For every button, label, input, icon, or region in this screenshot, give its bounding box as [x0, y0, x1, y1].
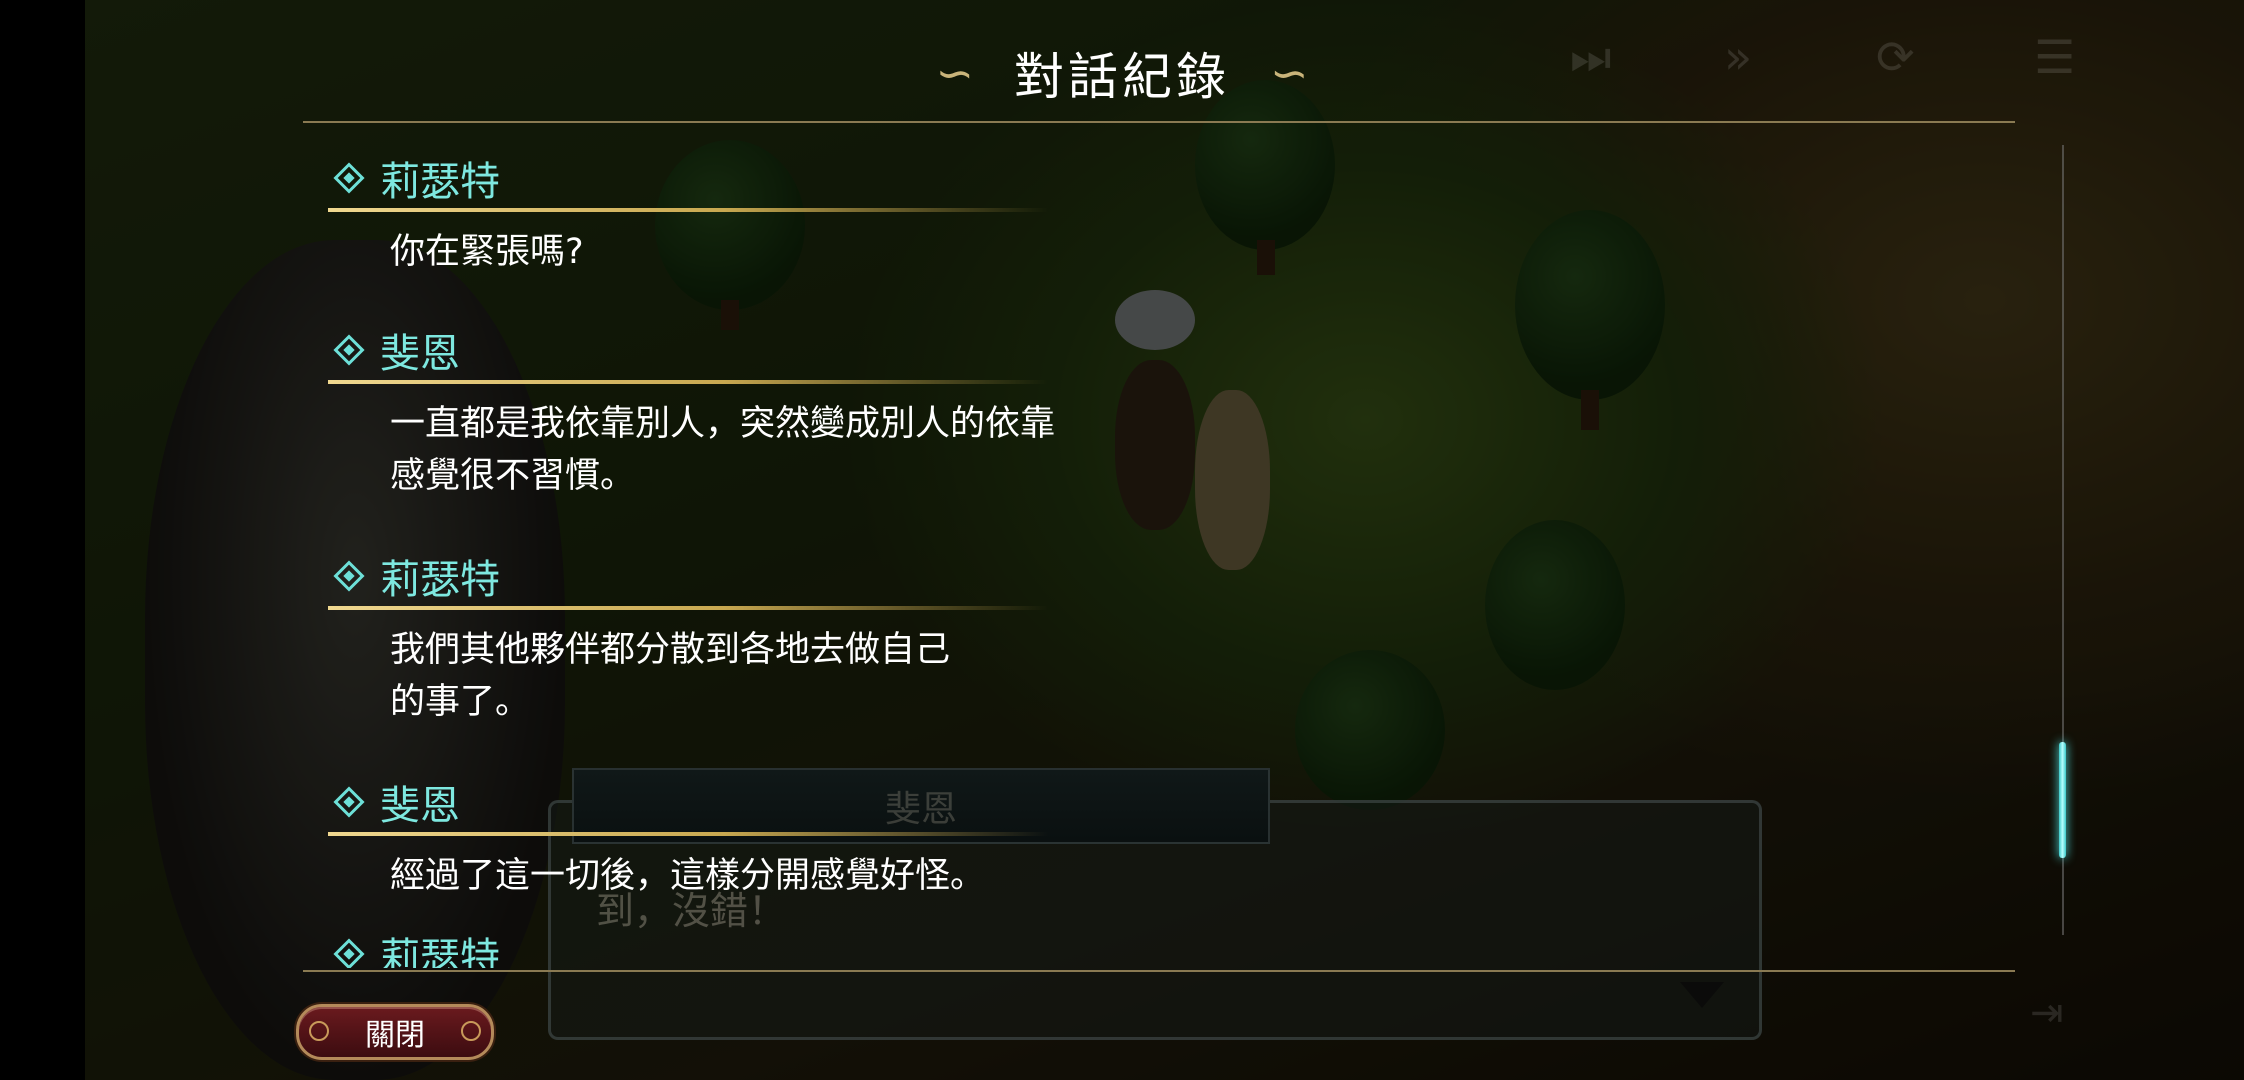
footer-divider [303, 970, 2015, 972]
close-button[interactable]: 關閉 [296, 1004, 494, 1060]
dialogue-line-part: 我們其他夥伴都分散到各地去做自己 [390, 630, 951, 670]
diamond-icon [333, 786, 365, 818]
log-entry: 莉瑟特 我們其他夥伴都分散到各地去做自己 的事了。 [328, 548, 1628, 774]
log-entry-partial: 莉瑟特 [328, 926, 1628, 968]
dialogue-line: 你在緊張嗎? [390, 232, 584, 272]
dialogue-line: 我們其他夥伴都分散到各地去做自己 的事了。 [390, 624, 1628, 728]
header-divider [303, 121, 2015, 123]
diamond-icon [333, 560, 365, 592]
speaker-name: 莉瑟特 [380, 935, 500, 968]
scrollbar-thumb[interactable] [2059, 742, 2066, 858]
dialogue-log-list[interactable]: 莉瑟特 你在緊張嗎? 斐恩 一直都是我依靠別人，突然變成別人的依靠 感覺很不習慣… [328, 150, 1628, 968]
next-arrow-icon [1680, 982, 1724, 1008]
speaker-row: 莉瑟特 [328, 926, 1628, 968]
log-entry: 斐恩 一直都是我依靠別人，突然變成別人的依靠 感覺很不習慣。 [328, 322, 1628, 548]
log-header: ∽ 對話紀錄 ∽ [0, 38, 2244, 108]
dialogue-line: 經過了這一切後，這樣分開感覺好怪。 [390, 856, 986, 896]
dialogue-line: 一直都是我依靠別人，突然變成別人的依靠 感覺很不習慣。 [390, 398, 1628, 502]
diamond-icon [333, 938, 365, 968]
diamond-icon [333, 334, 365, 366]
left-flourish-icon: ∽ [935, 46, 974, 100]
log-entry: 斐恩 經過了這一切後，這樣分開感覺好怪。 [328, 774, 1628, 926]
speaker-underline [328, 380, 1048, 384]
speaker-underline [328, 606, 1048, 610]
speaker-row: 莉瑟特 [328, 548, 1628, 604]
speaker-name: 莉瑟特 [380, 159, 500, 205]
right-flourish-icon: ∽ [1270, 46, 1309, 100]
speaker-name: 斐恩 [380, 783, 460, 829]
page-title: 對話紀錄 [1014, 48, 1230, 106]
speaker-row: 斐恩 [328, 322, 1628, 378]
speaker-underline [328, 832, 1048, 836]
dialogue-line-part: 感覺很不習慣。 [390, 456, 636, 496]
speaker-row: 斐恩 [328, 774, 1628, 830]
skip-end-icon[interactable]: ⇥ [2030, 990, 2064, 1036]
speaker-name: 斐恩 [380, 331, 460, 377]
diamond-icon [333, 162, 365, 194]
dialogue-line-part: 一直都是我依靠別人，突然變成別人的依靠 [390, 404, 1056, 444]
speaker-underline [328, 208, 1048, 212]
log-entry: 莉瑟特 你在緊張嗎? [328, 150, 1628, 322]
letterbox-bar [0, 0, 85, 1080]
speaker-name: 莉瑟特 [380, 557, 500, 603]
speaker-row: 莉瑟特 [328, 150, 1628, 206]
dialogue-line-part: 的事了。 [390, 682, 531, 722]
